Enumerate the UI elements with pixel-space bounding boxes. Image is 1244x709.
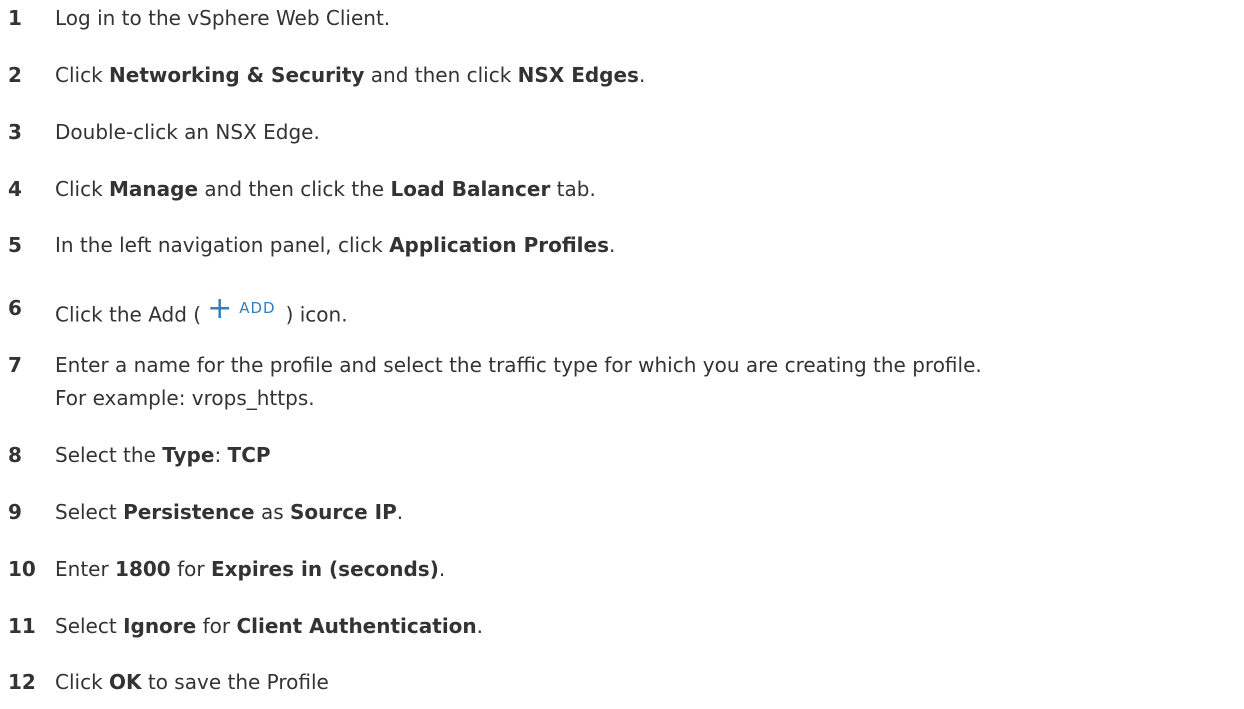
step-text-part: ) icon. [285,302,348,327]
ui-term-persistence: Persistence [123,500,255,524]
step-text-line2: For example: vrops_https. [55,386,315,410]
step-text-part: tab. [550,177,596,201]
step-text-part: Enter a name for the profile and select … [55,353,982,377]
add-icon: + ADD [207,292,276,325]
step-text-part: for [196,614,237,638]
step-text-part: for [170,557,211,581]
ui-term-client-authentication: Client Authentication [236,614,477,638]
step-number: 3 [8,120,22,144]
step-text-part: Select [55,500,124,524]
ui-term-networking-security: Networking & Security [109,63,365,87]
step-number: 1 [8,6,22,30]
add-icon-label: ADD [239,299,276,317]
step-text: Click Networking & Security and then cli… [55,59,645,92]
step-text-part: . [438,557,446,581]
ui-term-tcp: TCP [227,443,271,467]
step-text-part: Click [55,63,110,87]
ui-term-manage: Manage [109,177,199,201]
step-text-part: Select [55,614,124,638]
step-text-part: Log in to the vSphere Web Client. [55,6,391,30]
step-number: 10 [8,557,36,581]
step-number: 7 [8,353,22,377]
step-text-part: Click [55,177,110,201]
ui-term-source-ip: Source IP [290,500,397,524]
step-text-part: and then click the [198,177,391,201]
step-text-part: Select the [55,443,163,467]
ui-term-type: Type [162,443,215,467]
step-text-part: and then click [364,63,518,87]
step-text: Click the Add (+ ADD ) icon. [55,292,348,332]
step-number: 9 [8,500,22,524]
ui-term-application-profiles: Application Profiles [389,233,610,257]
step-text: Select the Type: TCP [55,439,271,472]
plus-icon: + [207,290,233,326]
step-text: In the left navigation panel, click Appl… [55,229,615,262]
step-text-part: Click the Add ( [55,302,202,327]
procedure-steps: 1 Log in to the vSphere Web Client. 2 Cl… [0,0,1244,709]
step-number: 5 [8,233,22,257]
ui-term-expires-in: Expires in (seconds) [210,557,439,581]
step-number: 4 [8,177,22,201]
step-number: 2 [8,63,22,87]
step-text-part: : [214,443,228,467]
step-text: Click Manage and then click the Load Bal… [55,173,596,206]
ui-term-1800: 1800 [115,557,171,581]
step-text: Double-click an NSX Edge. [55,116,320,149]
step-text-part: as [254,500,290,524]
step-number: 8 [8,443,22,467]
step-text: Enter a name for the profile and select … [55,349,982,415]
step-text: Click OK to save the Profile [55,666,329,699]
step-text: Select Ignore for Client Authentication. [55,610,483,643]
step-number: 6 [8,296,22,320]
step-text-part: . [609,233,616,257]
step-text: Enter 1800 for Expires in (seconds). [55,553,445,586]
step-text-part: Click [55,670,110,694]
step-text-part: . [638,63,646,87]
step-text-part: Double-click an NSX Edge. [55,120,320,144]
step-number: 12 [8,670,36,694]
step-text-part: . [396,500,404,524]
step-text-part: . [476,614,484,638]
ui-term-ignore: Ignore [123,614,197,638]
ui-term-ok: OK [109,670,142,694]
step-text: Log in to the vSphere Web Client. [55,2,390,35]
ui-term-load-balancer: Load Balancer [390,177,551,201]
step-text-part: In the left navigation panel, click [55,233,390,257]
ui-term-nsx-edges: NSX Edges [517,63,639,87]
step-text-part: Enter [55,557,116,581]
step-text: Select Persistence as Source IP. [55,496,403,529]
step-number: 11 [8,614,36,638]
step-text-part: to save the Profile [141,670,329,694]
